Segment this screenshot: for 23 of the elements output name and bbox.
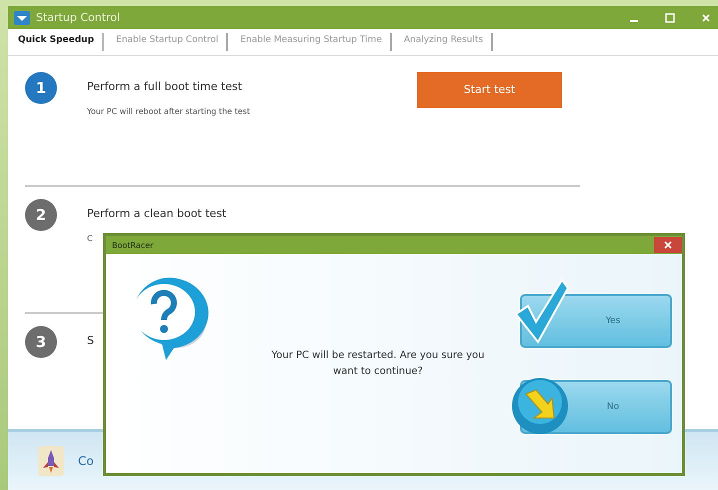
rocket-icon [38,446,64,476]
tab[interactable]: Analyzing Results [396,33,494,52]
step-title: S [87,334,95,347]
checkmark-icon [512,276,572,346]
window-title: Startup Control [36,11,120,24]
step-description: C [87,234,94,243]
footer-text: Co [78,454,94,468]
tab[interactable]: Enable Startup Control [108,33,228,52]
dialog-title: BootRacer [112,240,154,250]
maximize-icon[interactable] [664,12,676,24]
close-icon[interactable] [654,237,682,253]
close-icon[interactable] [700,12,712,24]
step-title: Perform a full boot time test [87,80,244,93]
step-number: 2 [25,198,57,231]
step-number: 1 [25,72,57,104]
tab[interactable]: Enable Measuring Startup Time [232,33,392,52]
start-test-button[interactable]: Start test [417,72,562,108]
tab[interactable]: Quick Speedup [10,33,104,52]
dialog-message: Your PC will be restarted. Are you sure you want to continue? [270,348,486,378]
app-icon [14,10,30,25]
step-title: Perform a clean boot test [87,206,228,220]
step-number: 3 [25,326,57,358]
step-description: Your PC will reboot after starting the test [87,106,251,116]
